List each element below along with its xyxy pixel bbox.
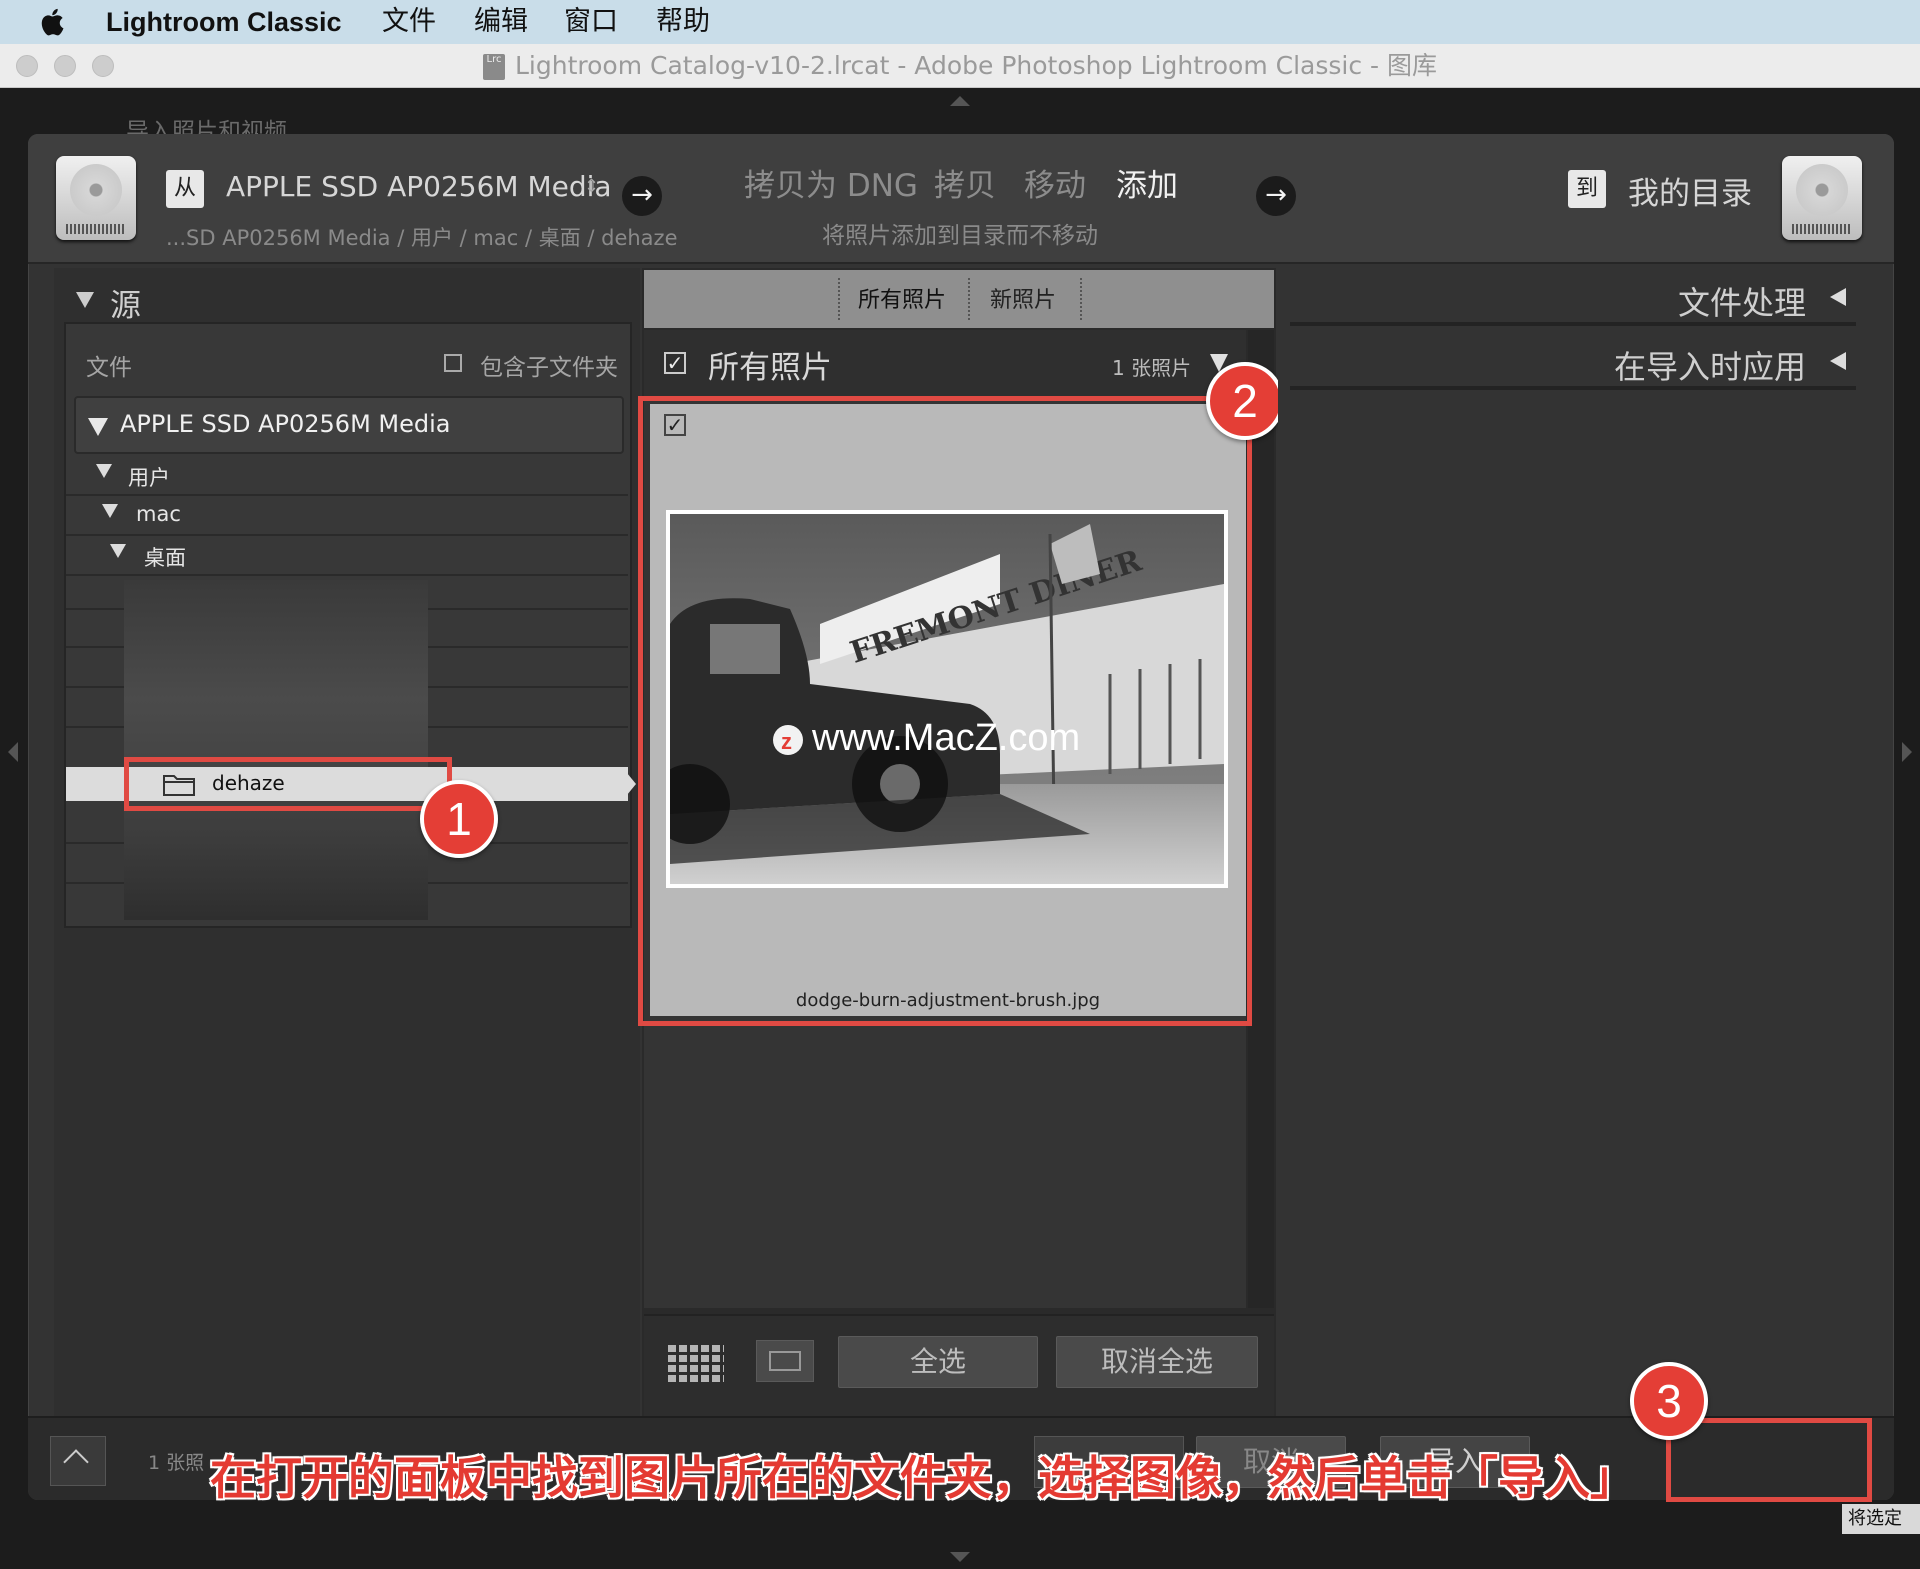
tab-separator [838, 278, 840, 320]
select-all-checkbox[interactable]: ✓ [664, 352, 686, 374]
menu-bar: Lightroom Classic 文件 编辑 窗口 帮助 [0, 0, 1920, 44]
source-dropdown-icon[interactable]: ⇕ [584, 176, 599, 197]
arrow-right-icon: → [1256, 176, 1296, 216]
collapse-triangle-icon[interactable] [76, 292, 94, 308]
mode-add[interactable]: 添加 [1116, 160, 1178, 205]
highlight-box-import [1666, 1418, 1872, 1502]
select-all-button[interactable]: 全选 [838, 1336, 1038, 1388]
menu-app-name[interactable]: Lightroom Classic [106, 4, 342, 40]
menu-help[interactable]: 帮助 [656, 4, 710, 40]
menu-window[interactable]: 窗口 [564, 4, 618, 40]
tree-folder-users[interactable]: 用户 [66, 456, 628, 496]
tab-all-photos[interactable]: 所有照片 [858, 282, 946, 314]
tree-folder-mac[interactable]: mac [66, 496, 628, 536]
from-tag: 从 [166, 170, 204, 208]
mode-move[interactable]: 移动 [1024, 160, 1086, 205]
expand-triangle-icon[interactable] [102, 504, 118, 518]
options-panel [1278, 268, 1866, 1416]
destination-name[interactable]: 我的目录 [1628, 168, 1752, 213]
chevron-up-icon [63, 1449, 89, 1475]
apple-icon[interactable] [38, 5, 70, 39]
window-title-text: Lightroom Catalog-v10-2.lrcat - Adobe Ph… [514, 51, 1437, 80]
mode-copy[interactable]: 拷贝 [934, 160, 996, 205]
right-panel-toggle-icon[interactable] [1902, 742, 1912, 762]
source-name[interactable]: APPLE SSD AP0256M Media [226, 170, 612, 203]
menu-edit[interactable]: 编辑 [474, 4, 528, 40]
tree-folder-label: 桌面 [144, 546, 186, 570]
arrow-right-icon: → [622, 176, 662, 216]
step-badge-3: 3 [1630, 1362, 1708, 1440]
loupe-view-button[interactable] [756, 1340, 814, 1382]
top-panel-toggle-icon[interactable] [950, 96, 970, 106]
grid-toolbar: 全选 取消全选 [644, 1314, 1274, 1416]
tree-folder-desktop[interactable]: 桌面 [66, 536, 628, 576]
step-badge-2: 2 [1206, 362, 1284, 440]
highlight-box-photo [638, 396, 1252, 1026]
tooltip-fragment: 将选定 [1842, 1504, 1920, 1534]
window-title: Lrc Lightroom Catalog-v10-2.lrcat - Adobe… [0, 44, 1920, 88]
expand-triangle-icon[interactable] [88, 418, 108, 436]
selection-pointer [622, 767, 636, 801]
step-badge-1: 1 [420, 780, 498, 858]
grid-title: 所有照片 [708, 350, 832, 386]
file-handling-section[interactable]: 文件处理 [1290, 270, 1856, 326]
tutorial-caption: 在打开的面板中找到图片所在的文件夹，选择图像，然后单击「导入」 [209, 1450, 1637, 1506]
tree-folder-label: 用户 [128, 466, 170, 490]
source-panel-header[interactable]: 源 [54, 272, 640, 328]
volume-name: APPLE SSD AP0256M Media [120, 410, 451, 438]
include-subfolders-label: 包含子文件夹 [480, 355, 618, 381]
tab-separator [968, 278, 970, 320]
mode-description: 将照片添加到目录而不移动 [822, 223, 1098, 249]
filter-tabs: 所有照片 新照片 [644, 270, 1274, 328]
mode-copy-as-dng[interactable]: 拷贝为 DNG [744, 160, 918, 205]
section-title: 在导入时应用 [1613, 348, 1806, 386]
apply-during-import-section[interactable]: 在导入时应用 [1290, 334, 1856, 390]
bottom-panel-toggle-icon[interactable] [950, 1552, 970, 1562]
source-path: ...SD AP0256M Media / 用户 / mac / 桌面 / de… [166, 226, 678, 250]
files-label: 文件 [86, 355, 132, 381]
expand-triangle-icon[interactable] [110, 544, 126, 558]
grid-view-icon[interactable] [668, 1342, 724, 1382]
include-subfolders-checkbox[interactable] [444, 354, 462, 372]
lrcat-file-icon: Lrc [482, 54, 505, 80]
left-panel-toggle-icon[interactable] [8, 742, 18, 762]
collapse-triangle-icon[interactable] [1830, 288, 1846, 306]
source-disk-icon[interactable] [56, 156, 136, 240]
photo-count: 1 张照片 [1112, 356, 1192, 380]
expand-triangle-icon[interactable] [96, 464, 112, 478]
tab-separator [1080, 278, 1082, 320]
footer-photo-count: 1 张照 [148, 1452, 205, 1474]
section-title: 文件处理 [1677, 284, 1806, 322]
collapse-triangle-icon[interactable] [1830, 352, 1846, 370]
source-panel-title: 源 [110, 288, 141, 324]
tab-new-photos[interactable]: 新照片 [990, 282, 1056, 314]
loupe-view-icon [769, 1351, 801, 1371]
grid-header: ✓ 所有照片 1 张照片 [644, 330, 1246, 396]
destination-disk-icon[interactable] [1782, 156, 1862, 240]
window-title-bar: Lrc Lightroom Catalog-v10-2.lrcat - Adobe… [0, 44, 1920, 88]
tree-folder-label: mac [136, 502, 181, 526]
menu-file[interactable]: 文件 [382, 4, 436, 40]
to-tag: 到 [1568, 170, 1606, 208]
blurred-folder-list [124, 580, 428, 920]
collapse-dialog-button[interactable] [50, 1436, 106, 1486]
highlight-box-folder [124, 757, 452, 811]
volume-row[interactable]: APPLE SSD AP0256M Media [74, 396, 624, 454]
deselect-all-button[interactable]: 取消全选 [1056, 1336, 1258, 1388]
